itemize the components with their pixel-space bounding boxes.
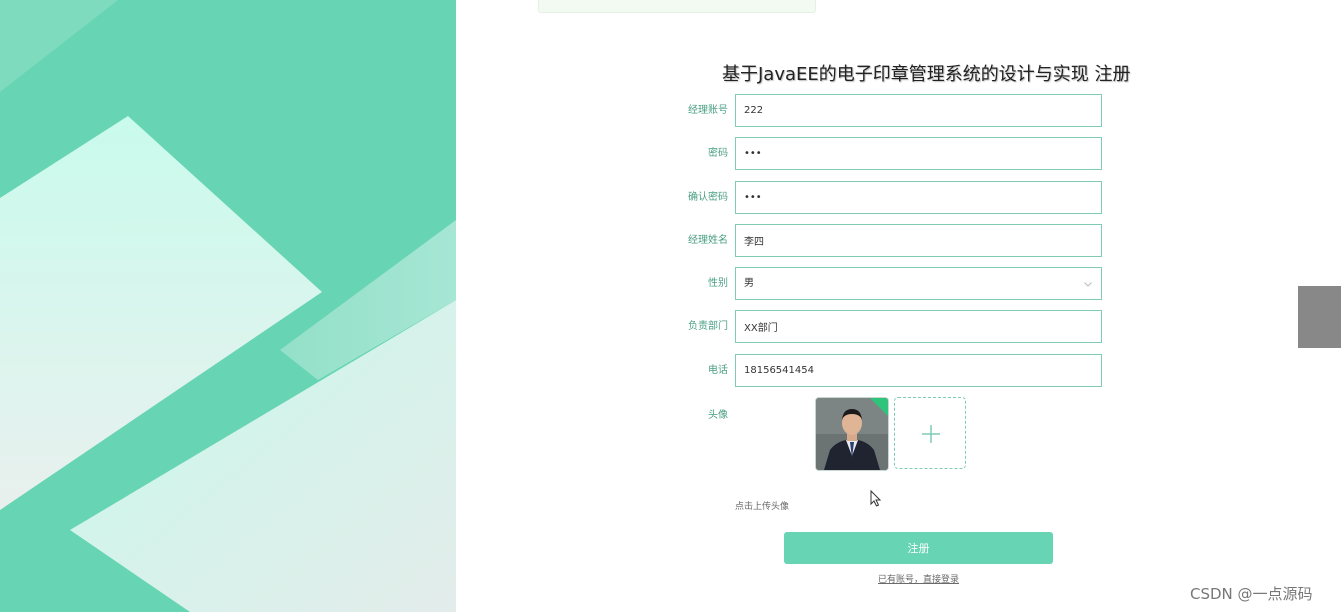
form-row-account: 经理账号 xyxy=(456,94,1341,127)
gender-selected-value: 男 xyxy=(744,278,754,289)
avatar-thumbnail[interactable] xyxy=(815,397,889,471)
avatar-label: 头像 xyxy=(708,410,728,421)
watermark: CSDN @一点源码 xyxy=(1190,585,1313,603)
page: 基于JavaEE的电子印章管理系统的设计与实现 注册 经理账号 密码 确认密码 … xyxy=(0,0,1341,612)
account-input[interactable] xyxy=(735,94,1102,127)
password-label: 密码 xyxy=(708,148,728,159)
confirm-password-input[interactable] xyxy=(735,181,1102,214)
avatar-upload-button[interactable] xyxy=(894,397,966,469)
form-row-password: 密码 xyxy=(456,137,1341,170)
form-row-department: 负责部门 xyxy=(456,310,1341,343)
gender-label: 性别 xyxy=(708,278,728,289)
scrollbar-handle[interactable] xyxy=(1298,286,1341,348)
gender-select[interactable]: 男 xyxy=(735,267,1102,300)
form-row-gender: 性别 男 xyxy=(456,267,1341,300)
name-label: 经理姓名 xyxy=(688,235,728,246)
cursor-icon xyxy=(870,490,882,507)
page-title: 基于JavaEE的电子印章管理系统的设计与实现 注册 xyxy=(722,64,1131,85)
decorative-background xyxy=(0,0,456,612)
form-row-confirm-password: 确认密码 xyxy=(456,181,1341,214)
department-label: 负责部门 xyxy=(688,321,728,332)
form-row-name: 经理姓名 xyxy=(456,224,1341,257)
avatar-photo-icon xyxy=(816,398,888,470)
top-notice-bar xyxy=(538,0,816,13)
decorative-shapes xyxy=(0,0,456,612)
plus-icon xyxy=(922,425,940,443)
phone-label: 电话 xyxy=(708,365,728,376)
register-button[interactable]: 注册 xyxy=(784,532,1053,564)
register-panel: 基于JavaEE的电子印章管理系统的设计与实现 注册 经理账号 密码 确认密码 … xyxy=(456,0,1341,612)
login-link[interactable]: 已有账号，直接登录 xyxy=(878,572,959,585)
upload-hint: 点击上传头像 xyxy=(735,502,790,512)
chevron-down-icon xyxy=(1084,282,1092,287)
phone-input[interactable] xyxy=(735,354,1102,387)
form-row-phone: 电话 xyxy=(456,354,1341,387)
department-input[interactable] xyxy=(735,310,1102,343)
account-label: 经理账号 xyxy=(688,105,728,116)
confirm-password-label: 确认密码 xyxy=(688,192,728,203)
name-input[interactable] xyxy=(735,224,1102,257)
password-input[interactable] xyxy=(735,137,1102,170)
